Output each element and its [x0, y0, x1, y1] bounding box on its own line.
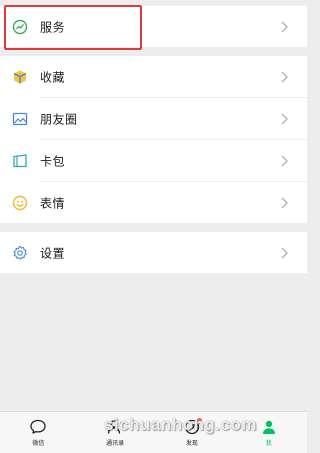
tab-chats-label: 微信 — [32, 440, 45, 447]
chevron-right-icon — [281, 113, 288, 124]
menu-item-card[interactable]: 卡包 — [0, 140, 307, 181]
tab-me[interactable]: 我 — [230, 412, 307, 453]
card-icon — [13, 153, 27, 167]
menu-item-settings-label: 设置 — [40, 246, 66, 260]
me-icon — [262, 420, 275, 434]
chevron-right-icon — [281, 247, 288, 258]
chevron-right-icon — [281, 155, 288, 166]
menu-item-moments-label: 朋友圈 — [40, 112, 78, 126]
tab-discover[interactable]: 发现 — [154, 412, 231, 453]
menu-item-sticker[interactable]: 表情 — [0, 182, 307, 223]
notification-dot — [196, 418, 202, 423]
chevron-right-icon — [281, 71, 288, 82]
tab-me-label: 我 — [265, 440, 272, 447]
section-gap — [0, 223, 307, 232]
menu-item-favorites-label: 收藏 — [40, 70, 66, 84]
moments-icon — [12, 112, 28, 125]
tab-contacts[interactable]: 通讯录 — [77, 412, 154, 453]
settings-icon — [13, 245, 27, 260]
tab-discover-label: 发现 — [185, 440, 198, 447]
service-group: 服务 — [0, 6, 307, 47]
bottom-tab-bar: 微信 通讯录 发现 我 — [0, 411, 307, 453]
menu-item-moments[interactable]: 朋友圈 — [0, 98, 307, 139]
menu-item-sticker-label: 表情 — [40, 196, 66, 210]
menu-item-service-label: 服务 — [40, 20, 66, 34]
section-gap — [0, 47, 307, 56]
favorites-icon — [13, 70, 27, 83]
chevron-right-icon — [281, 21, 288, 32]
menu-item-favorites[interactable]: 收藏 — [0, 56, 307, 97]
chat-icon — [30, 419, 47, 434]
service-icon — [12, 19, 28, 34]
features-group: 收藏 朋友圈 卡包 表情 — [0, 56, 307, 223]
contacts-icon — [107, 420, 123, 434]
menu-item-service[interactable]: 服务 — [0, 6, 307, 47]
chevron-right-icon — [281, 197, 288, 208]
tab-contacts-label: 通讯录 — [106, 440, 125, 447]
sticker-icon — [12, 195, 28, 210]
menu-item-settings[interactable]: 设置 — [0, 232, 307, 273]
settings-group: 设置 — [0, 232, 307, 273]
tab-chats[interactable]: 微信 — [0, 412, 77, 453]
menu-item-card-label: 卡包 — [40, 154, 66, 168]
